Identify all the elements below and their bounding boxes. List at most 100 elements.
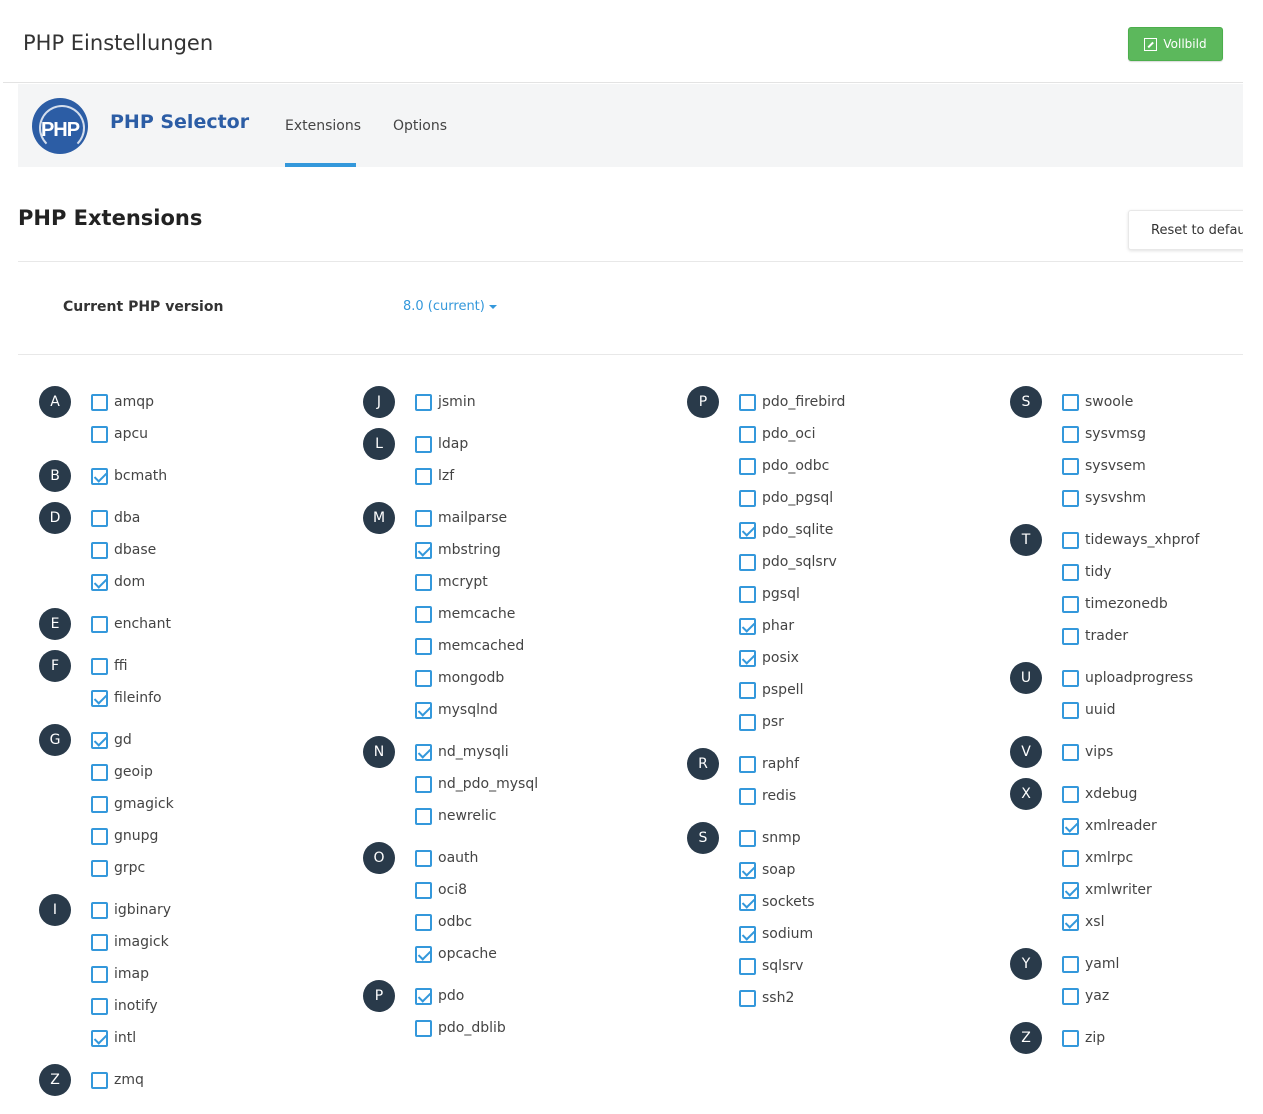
extension-memcached[interactable]: memcached bbox=[415, 635, 524, 657]
extension-geoip[interactable]: geoip bbox=[91, 761, 153, 783]
extension-checkbox[interactable] bbox=[415, 775, 432, 793]
extension-checkbox[interactable] bbox=[1062, 1029, 1079, 1047]
extension-pdo-oci[interactable]: pdo_oci bbox=[739, 423, 816, 445]
extension-checkbox[interactable] bbox=[739, 617, 756, 635]
extension-xmlwriter[interactable]: xmlwriter bbox=[1062, 879, 1152, 901]
extension-yaz[interactable]: yaz bbox=[1062, 985, 1109, 1007]
extension-checkbox[interactable] bbox=[1062, 425, 1079, 443]
extension-checkbox[interactable] bbox=[1062, 849, 1079, 867]
extension-checkbox[interactable] bbox=[1062, 913, 1079, 931]
extension-ssh2[interactable]: ssh2 bbox=[739, 987, 794, 1009]
extension-checkbox[interactable] bbox=[739, 713, 756, 731]
reset-to-default-button[interactable]: Reset to default bbox=[1128, 210, 1258, 250]
extension-pdo-odbc[interactable]: pdo_odbc bbox=[739, 455, 829, 477]
extension-mysqlnd[interactable]: mysqlnd bbox=[415, 699, 498, 721]
extension-checkbox[interactable] bbox=[1062, 531, 1079, 549]
extension-checkbox[interactable] bbox=[91, 965, 108, 983]
extension-checkbox[interactable] bbox=[91, 393, 108, 411]
extension-checkbox[interactable] bbox=[91, 689, 108, 707]
extension-checkbox[interactable] bbox=[739, 649, 756, 667]
extension-bcmath[interactable]: bcmath bbox=[91, 465, 167, 487]
extension-checkbox[interactable] bbox=[1062, 881, 1079, 899]
extension-xsl[interactable]: xsl bbox=[1062, 911, 1104, 933]
extension-checkbox[interactable] bbox=[91, 1071, 108, 1089]
extension-checkbox[interactable] bbox=[91, 509, 108, 527]
extension-checkbox[interactable] bbox=[739, 585, 756, 603]
extension-checkbox[interactable] bbox=[415, 1019, 432, 1037]
extension-inotify[interactable]: inotify bbox=[91, 995, 158, 1017]
extension-checkbox[interactable] bbox=[1062, 701, 1079, 719]
extension-imagick[interactable]: imagick bbox=[91, 931, 169, 953]
extension-checkbox[interactable] bbox=[415, 807, 432, 825]
extension-ffi[interactable]: ffi bbox=[91, 655, 128, 677]
extension-checkbox[interactable] bbox=[1062, 457, 1079, 475]
extension-checkbox[interactable] bbox=[91, 997, 108, 1015]
extension-checkbox[interactable] bbox=[739, 489, 756, 507]
extension-checkbox[interactable] bbox=[415, 987, 432, 1005]
extension-checkbox[interactable] bbox=[91, 763, 108, 781]
extension-ldap[interactable]: ldap bbox=[415, 433, 468, 455]
extension-jsmin[interactable]: jsmin bbox=[415, 391, 476, 413]
extension-intl[interactable]: intl bbox=[91, 1027, 136, 1049]
extension-gmagick[interactable]: gmagick bbox=[91, 793, 174, 815]
extension-checkbox[interactable] bbox=[91, 657, 108, 675]
extension-checkbox[interactable] bbox=[739, 521, 756, 539]
extension-igbinary[interactable]: igbinary bbox=[91, 899, 171, 921]
extension-gd[interactable]: gd bbox=[91, 729, 132, 751]
extension-checkbox[interactable] bbox=[415, 881, 432, 899]
extension-checkbox[interactable] bbox=[1062, 595, 1079, 613]
extension-pspell[interactable]: pspell bbox=[739, 679, 803, 701]
extension-checkbox[interactable] bbox=[1062, 817, 1079, 835]
extension-sysvmsg[interactable]: sysvmsg bbox=[1062, 423, 1146, 445]
extension-uploadprogress[interactable]: uploadprogress bbox=[1062, 667, 1193, 689]
tab-options[interactable]: Options bbox=[393, 84, 453, 167]
extension-checkbox[interactable] bbox=[1062, 743, 1079, 761]
extension-xmlreader[interactable]: xmlreader bbox=[1062, 815, 1157, 837]
extension-pdo-dblib[interactable]: pdo_dblib bbox=[415, 1017, 506, 1039]
extension-opcache[interactable]: opcache bbox=[415, 943, 497, 965]
extension-checkbox[interactable] bbox=[739, 425, 756, 443]
extension-dbase[interactable]: dbase bbox=[91, 539, 156, 561]
extension-checkbox[interactable] bbox=[415, 467, 432, 485]
extension-checkbox[interactable] bbox=[91, 573, 108, 591]
tab-extensions[interactable]: Extensions bbox=[285, 84, 361, 167]
extension-checkbox[interactable] bbox=[91, 541, 108, 559]
extension-lzf[interactable]: lzf bbox=[415, 465, 454, 487]
extension-checkbox[interactable] bbox=[415, 743, 432, 761]
extension-checkbox[interactable] bbox=[415, 435, 432, 453]
extension-xdebug[interactable]: xdebug bbox=[1062, 783, 1137, 805]
extension-checkbox[interactable] bbox=[415, 913, 432, 931]
extension-checkbox[interactable] bbox=[415, 393, 432, 411]
extension-checkbox[interactable] bbox=[415, 509, 432, 527]
extension-sysvshm[interactable]: sysvshm bbox=[1062, 487, 1146, 509]
extension-memcache[interactable]: memcache bbox=[415, 603, 515, 625]
extension-zip[interactable]: zip bbox=[1062, 1027, 1105, 1049]
extension-checkbox[interactable] bbox=[415, 573, 432, 591]
extension-fileinfo[interactable]: fileinfo bbox=[91, 687, 162, 709]
extension-checkbox[interactable] bbox=[415, 637, 432, 655]
extension-redis[interactable]: redis bbox=[739, 785, 796, 807]
extension-checkbox[interactable] bbox=[91, 859, 108, 877]
extension-dom[interactable]: dom bbox=[91, 571, 145, 593]
extension-amqp[interactable]: amqp bbox=[91, 391, 154, 413]
extension-pdo-sqlsrv[interactable]: pdo_sqlsrv bbox=[739, 551, 837, 573]
extension-checkbox[interactable] bbox=[739, 829, 756, 847]
extension-psr[interactable]: psr bbox=[739, 711, 784, 733]
extension-checkbox[interactable] bbox=[739, 957, 756, 975]
extension-checkbox[interactable] bbox=[1062, 627, 1079, 645]
extension-mailparse[interactable]: mailparse bbox=[415, 507, 507, 529]
extension-nd-pdo-mysql[interactable]: nd_pdo_mysql bbox=[415, 773, 538, 795]
extension-checkbox[interactable] bbox=[415, 669, 432, 687]
extension-checkbox[interactable] bbox=[91, 827, 108, 845]
extension-checkbox[interactable] bbox=[739, 457, 756, 475]
extension-checkbox[interactable] bbox=[1062, 955, 1079, 973]
extension-checkbox[interactable] bbox=[1062, 489, 1079, 507]
extension-sqlsrv[interactable]: sqlsrv bbox=[739, 955, 803, 977]
extension-apcu[interactable]: apcu bbox=[91, 423, 148, 445]
extension-oauth[interactable]: oauth bbox=[415, 847, 478, 869]
extension-checkbox[interactable] bbox=[415, 605, 432, 623]
extension-checkbox[interactable] bbox=[739, 681, 756, 699]
extension-checkbox[interactable] bbox=[739, 787, 756, 805]
extension-checkbox[interactable] bbox=[415, 541, 432, 559]
extension-checkbox[interactable] bbox=[1062, 393, 1079, 411]
